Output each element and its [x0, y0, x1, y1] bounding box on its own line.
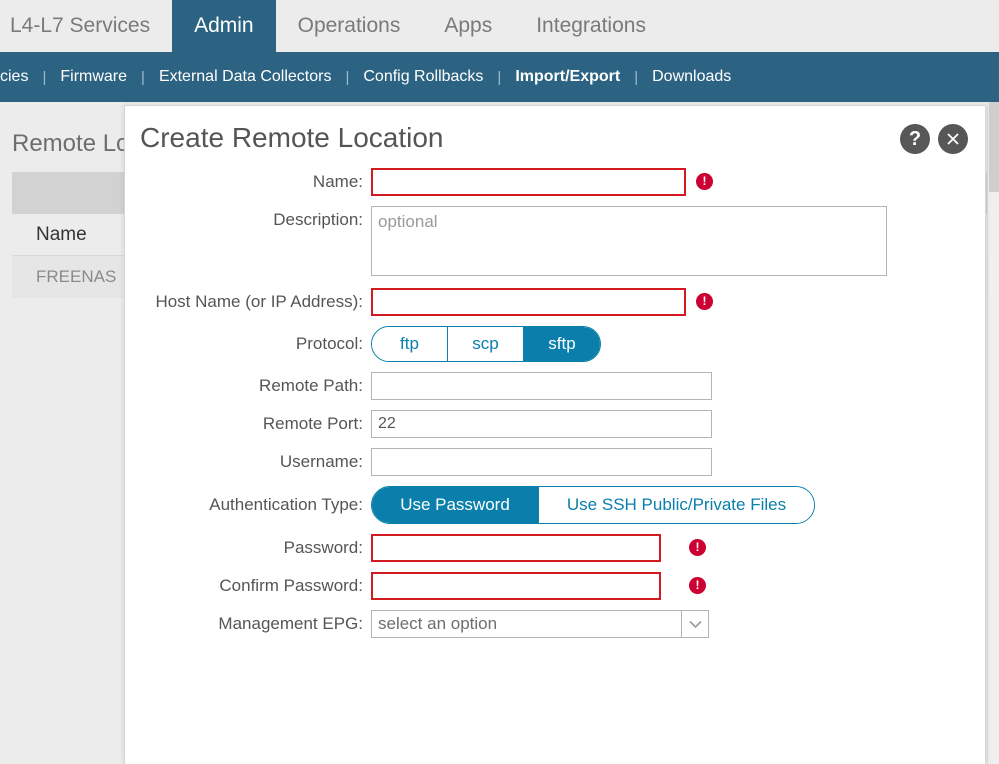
form-row-username: Username: [125, 448, 987, 476]
username-label: Username: [279, 452, 363, 471]
remote-port-input[interactable] [371, 410, 712, 438]
form-row-remote-path: Remote Path: [125, 372, 987, 400]
confirm-password-label: Confirm Password: [219, 576, 363, 595]
name-error-icon: ! [696, 173, 713, 190]
protocol-segmented-control: ftp scp sftp [371, 326, 601, 362]
help-icon-glyph: ? [908, 128, 922, 150]
form-row-name: Name: ! [125, 168, 987, 196]
nav-tab-label: L4-L7 Services [10, 14, 151, 37]
subnav-item-import-export[interactable]: Import/Export [501, 68, 634, 86]
subnav-item-label: cies [0, 68, 29, 85]
subnav-item-downloads[interactable]: Downloads [638, 68, 745, 86]
create-remote-location-dialog: Create Remote Location ? Name: ! Descrip… [124, 105, 986, 764]
subnav-item-policies[interactable]: cies [0, 68, 42, 86]
protocol-option-sftp[interactable]: sftp [524, 327, 600, 361]
subnav-item-label: Downloads [652, 68, 732, 85]
form-row-remote-port: Remote Port: [125, 410, 987, 438]
confirm-password-error-icon: ! [689, 577, 706, 594]
dialog-title-buttons: ? [900, 124, 968, 154]
host-name-input[interactable] [371, 288, 686, 316]
secondary-navigation-bar: cies | Firmware | External Data Collecto… [0, 52, 999, 102]
table-cell-name: FREENAS [36, 267, 117, 286]
nav-tab-operations[interactable]: Operations [276, 0, 423, 52]
password-label: Password: [283, 538, 363, 557]
form-row-management-epg: Management EPG: select an option [125, 610, 987, 638]
nav-tab-integrations[interactable]: Integrations [514, 0, 668, 52]
subnav-item-label: Firmware [60, 68, 128, 85]
nav-tab-label: Apps [444, 14, 493, 37]
authentication-type-segmented-control: Use Password Use SSH Public/Private File… [371, 486, 815, 524]
remote-path-input[interactable] [371, 372, 712, 400]
close-icon[interactable] [938, 124, 968, 154]
protocol-option-ftp[interactable]: ftp [372, 327, 448, 361]
chevron-down-icon[interactable] [681, 610, 709, 638]
name-label: Name: [312, 172, 363, 191]
subnav-item-firmware[interactable]: Firmware [46, 68, 141, 86]
host-name-error-icon: ! [696, 293, 713, 310]
page-title: Remote Lo [12, 130, 130, 157]
remote-path-label: Remote Path: [259, 376, 363, 395]
description-label: Description: [273, 210, 363, 229]
name-input[interactable] [371, 168, 686, 196]
subnav-item-label: Config Rollbacks [363, 68, 484, 85]
username-input[interactable] [371, 448, 712, 476]
auth-option-use-password[interactable]: Use Password [372, 487, 539, 523]
nav-tab-label: Integrations [536, 14, 646, 37]
protocol-option-label: sftp [548, 334, 576, 353]
nav-tab-l4-l7-services[interactable]: L4-L7 Services [0, 0, 172, 52]
protocol-option-scp[interactable]: scp [448, 327, 524, 361]
form-row-password: Password: ! [125, 534, 987, 562]
protocol-label: Protocol: [295, 334, 363, 353]
form-row-protocol: Protocol: ftp scp sftp [125, 326, 987, 362]
nav-tab-admin[interactable]: Admin [172, 0, 276, 52]
subnav-item-external-data-collectors[interactable]: External Data Collectors [145, 68, 346, 86]
management-epg-select[interactable]: select an option [371, 610, 709, 638]
protocol-option-label: ftp [400, 334, 419, 353]
nav-tab-apps[interactable]: Apps [422, 0, 514, 52]
auth-option-label: Use Password [400, 495, 510, 514]
description-textarea[interactable] [371, 206, 887, 276]
protocol-option-label: scp [472, 334, 499, 353]
confirm-password-input[interactable] [371, 572, 661, 600]
subnav-item-label: Import/Export [515, 68, 621, 85]
create-remote-location-form: Name: ! Description: Host Name (or IP Ad… [125, 168, 987, 648]
management-epg-selected-value[interactable]: select an option [371, 610, 681, 638]
host-name-label: Host Name (or IP Address): [155, 292, 363, 311]
form-row-description: Description: [125, 206, 987, 276]
table-column-header-name: Name [36, 223, 87, 245]
subnav-item-label: External Data Collectors [158, 68, 332, 85]
form-row-authentication-type: Authentication Type: Use Password Use SS… [125, 486, 987, 524]
primary-navigation-bar: L4-L7 Services Admin Operations Apps Int… [0, 0, 999, 52]
app-root: L4-L7 Services Admin Operations Apps Int… [0, 0, 999, 764]
auth-option-use-ssh-files[interactable]: Use SSH Public/Private Files [539, 487, 814, 523]
page-scrollbar-thumb[interactable] [989, 102, 999, 192]
dialog-title: Create Remote Location [140, 122, 444, 153]
help-icon[interactable]: ? [900, 124, 930, 154]
password-input[interactable] [371, 534, 661, 562]
subnav-item-config-rollbacks[interactable]: Config Rollbacks [349, 68, 497, 86]
form-row-host-name: Host Name (or IP Address): ! [125, 288, 987, 316]
remote-port-label: Remote Port: [262, 414, 363, 433]
authentication-type-label: Authentication Type: [209, 495, 363, 514]
form-row-confirm-password: Confirm Password: ! [125, 572, 987, 600]
management-epg-label: Management EPG: [218, 614, 363, 633]
page-scrollbar[interactable] [987, 102, 999, 764]
nav-tab-label: Admin [194, 14, 254, 37]
nav-tab-label: Operations [297, 14, 401, 37]
password-error-icon: ! [689, 539, 706, 556]
auth-option-label: Use SSH Public/Private Files [566, 495, 787, 514]
